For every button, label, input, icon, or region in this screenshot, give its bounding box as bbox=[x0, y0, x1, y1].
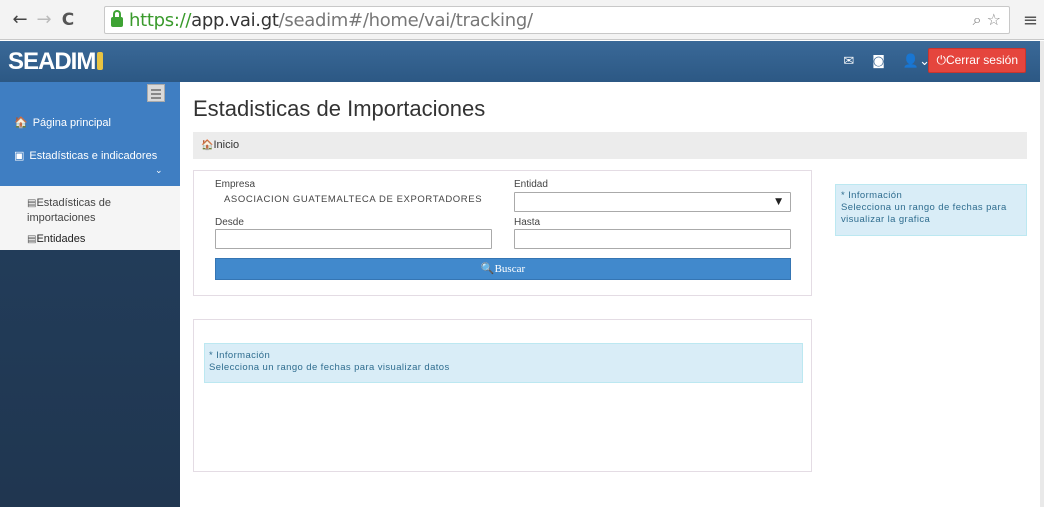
url-path: /seadim#/home/vai/tracking/ bbox=[278, 9, 533, 31]
zoom-star-icons[interactable]: ⌕ ☆ bbox=[973, 10, 1001, 30]
breadcrumb: 🏠Inicio bbox=[193, 132, 1027, 159]
brand-logo[interactable]: SEADIM bbox=[8, 48, 104, 76]
search-button-label: Buscar bbox=[494, 263, 526, 275]
info-text: Selecciona un rango de fechas para visua… bbox=[841, 202, 1007, 225]
sidebar-item-home[interactable]: 🏠 Página principal bbox=[0, 116, 180, 129]
sidebar-item-label: Página principal bbox=[32, 117, 111, 129]
sidebar-toggle-button[interactable] bbox=[147, 84, 165, 102]
logout-label: Cerrar sesión bbox=[945, 53, 1018, 67]
home-icon: 🏠 bbox=[201, 140, 214, 151]
power-icon: ⏻ bbox=[936, 53, 946, 67]
hasta-date-input[interactable] bbox=[514, 229, 791, 249]
header-icons: ✉ ◙ 👤⌄ bbox=[843, 54, 930, 69]
chevron-down-icon[interactable]: ⌄ bbox=[155, 166, 163, 176]
data-info-alert: * Información Selecciona un rango de fec… bbox=[204, 343, 803, 383]
url-scheme: https:// bbox=[129, 9, 192, 31]
entidad-label: Entidad bbox=[514, 179, 548, 190]
forward-arrow-icon[interactable]: → bbox=[32, 9, 56, 30]
statistics-submenu: ▤Estadísticas de importaciones ▤Entidade… bbox=[0, 186, 180, 250]
info-title: * Información bbox=[841, 190, 903, 201]
zoom-icon[interactable]: ⌕ bbox=[973, 10, 982, 29]
sidebar-subitem-entities[interactable]: ▤Entidades bbox=[27, 232, 167, 247]
search-button[interactable]: 🔍Buscar bbox=[215, 258, 791, 280]
logout-button[interactable]: ⏻Cerrar sesión bbox=[928, 48, 1026, 73]
desde-label: Desde bbox=[215, 217, 244, 228]
sidebar: 🏠 Página principal ▣ Estadísticas e indica… bbox=[0, 82, 180, 507]
info-text: Selecciona un rango de fechas para visua… bbox=[209, 362, 450, 373]
envelope-icon[interactable]: ✉ bbox=[843, 54, 854, 69]
data-panel: * Información Selecciona un rango de fec… bbox=[193, 319, 812, 472]
search-form-panel: Empresa ASOCIACION GUATEMALTECA DE EXPOR… bbox=[193, 170, 812, 296]
sidebar-item-label: Estadísticas e indicadores bbox=[29, 150, 158, 162]
bookmark-star-icon[interactable]: ☆ bbox=[987, 10, 1001, 29]
brand-mark-icon bbox=[97, 52, 104, 70]
user-dropdown-icon[interactable]: 👤⌄ bbox=[903, 54, 930, 69]
reload-icon[interactable]: C bbox=[56, 10, 80, 30]
search-icon: 🔍 bbox=[480, 262, 495, 275]
url-text: https://app.vai.gt/seadim#/home/vai/trac… bbox=[129, 10, 533, 31]
money-icon[interactable]: ◙ bbox=[872, 54, 885, 69]
sidebar-subitem-label: Entidades bbox=[36, 233, 86, 245]
app-header: SEADIM ✉ ◙ 👤⌄ ⏻Cerrar sesión bbox=[0, 41, 1040, 82]
empresa-value: ASOCIACION GUATEMALTECA DE EXPORTADORES bbox=[224, 194, 483, 205]
sidebar-subitem-label: Estadísticas de importaciones bbox=[27, 197, 112, 224]
entidad-select[interactable]: ▼ bbox=[514, 192, 791, 212]
address-bar[interactable]: https://app.vai.gt/seadim#/home/vai/trac… bbox=[104, 6, 1010, 34]
page-title: Estadisticas de Importaciones bbox=[193, 96, 486, 121]
dropdown-arrow-icon: ▼ bbox=[775, 197, 782, 207]
back-arrow-icon[interactable]: ← bbox=[8, 9, 32, 30]
chart-info-alert: * Información Selecciona un rango de fec… bbox=[835, 184, 1027, 236]
browser-menu-icon[interactable]: ≡ bbox=[1023, 10, 1038, 31]
desde-date-input[interactable] bbox=[215, 229, 492, 249]
browser-toolbar: ← → C https://app.vai.gt/seadim#/home/va… bbox=[0, 0, 1044, 40]
file-icon: ▣ bbox=[14, 149, 25, 162]
home-icon: 🏠 bbox=[14, 116, 28, 129]
sidebar-item-statistics[interactable]: ▣ Estadísticas e indicadores bbox=[0, 149, 180, 162]
url-host: app.vai.gt bbox=[191, 9, 279, 31]
lock-icon bbox=[111, 10, 123, 27]
hasta-label: Hasta bbox=[514, 217, 541, 228]
sidebar-subitem-import-stats[interactable]: ▤Estadísticas de importaciones bbox=[27, 196, 167, 225]
empresa-label: Empresa bbox=[215, 179, 256, 190]
brand-text: SEADIM bbox=[8, 48, 96, 75]
info-title: * Información bbox=[209, 350, 271, 361]
page-scrollbar[interactable] bbox=[1040, 41, 1044, 507]
breadcrumb-home-link[interactable]: Inicio bbox=[213, 139, 239, 151]
